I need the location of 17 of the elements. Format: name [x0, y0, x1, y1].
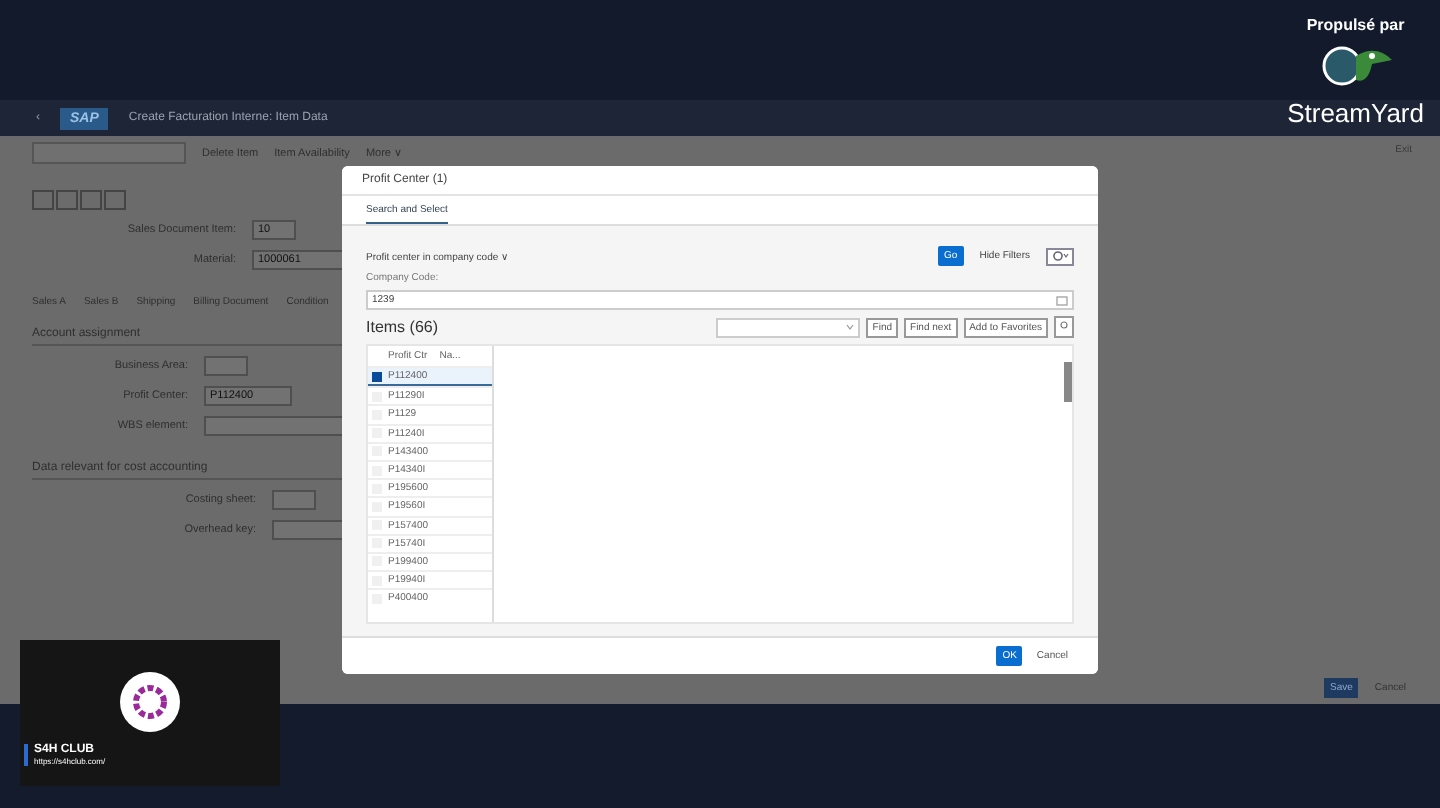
- nav-button[interactable]: [104, 190, 126, 210]
- brand-logo: StreamYard: [1287, 98, 1424, 128]
- caption: Propulsé par: [1306, 16, 1405, 34]
- search-field[interactable]: [716, 317, 861, 337]
- dropdown-field[interactable]: [32, 142, 186, 164]
- nav-button[interactable]: [56, 190, 78, 210]
- input-field[interactable]: [272, 490, 316, 510]
- settings-button[interactable]: [1046, 247, 1074, 265]
- nav-button[interactable]: [80, 190, 102, 210]
- input-field[interactable]: [204, 356, 248, 376]
- nav-button[interactable]: [32, 190, 54, 210]
- settings-button[interactable]: [1054, 316, 1074, 338]
- caret-icon: [846, 324, 855, 330]
- value-help-icon: [1056, 295, 1068, 305]
- settings-icon: [1051, 250, 1069, 262]
- settings-icon: [1060, 320, 1068, 330]
- row-checkbox[interactable]: [372, 371, 382, 382]
